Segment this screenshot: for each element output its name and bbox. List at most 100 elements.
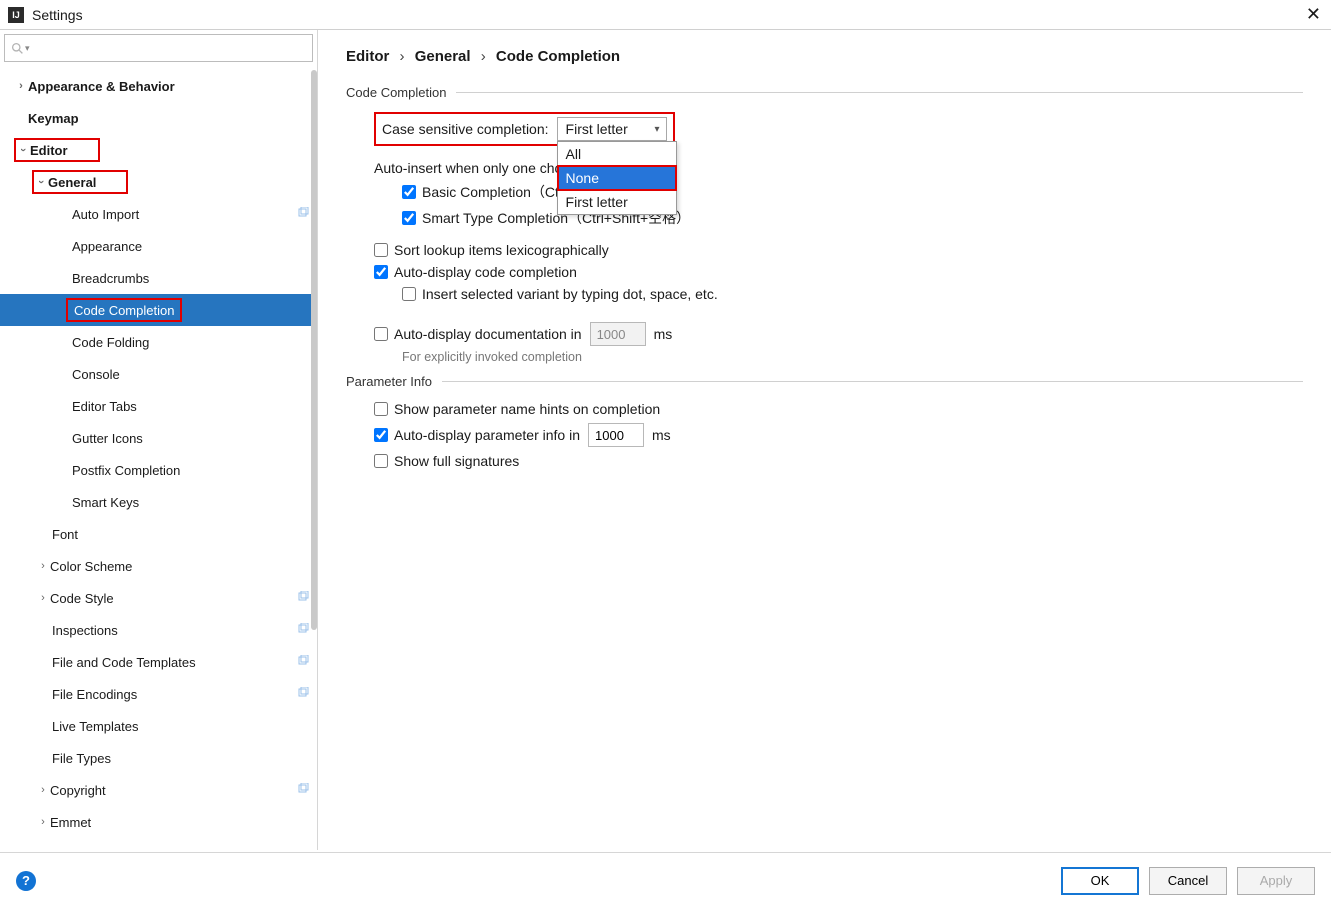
tree-item-file-code-templates[interactable]: File and Code Templates — [0, 646, 317, 678]
settings-tree: › Appearance & Behavior Keymap › Editor … — [0, 68, 317, 850]
show-param-hints-label: Show parameter name hints on completion — [394, 401, 660, 417]
tree-item-live-templates[interactable]: Live Templates — [0, 710, 317, 742]
window-title: Settings — [32, 7, 83, 23]
basic-completion-checkbox[interactable] — [402, 185, 416, 199]
row-show-full-sig: Show full signatures — [374, 453, 1303, 469]
auto-param-info-checkbox[interactable] — [374, 428, 388, 442]
breadcrumb-sep: › — [400, 48, 405, 65]
tree-item-auto-import[interactable]: Auto Import — [0, 198, 317, 230]
tree-item-appearance-behavior[interactable]: › Appearance & Behavior — [0, 70, 317, 102]
row-sort-lookup: Sort lookup items lexicographically — [374, 242, 1303, 258]
tree-label: Copyright — [50, 783, 106, 798]
insert-selected-variant-label: Insert selected variant by typing dot, s… — [422, 286, 718, 302]
tree-item-smart-keys[interactable]: Smart Keys — [0, 486, 317, 518]
tree-item-code-style[interactable]: ›Code Style — [0, 582, 317, 614]
chevron-down-icon: › — [35, 175, 47, 189]
sort-lookup-label: Sort lookup items lexicographically — [394, 242, 609, 258]
tree-item-general[interactable]: › General — [0, 166, 317, 198]
ok-button[interactable]: OK — [1061, 867, 1139, 895]
tree-label: Auto Import — [72, 207, 139, 222]
apply-button[interactable]: Apply — [1237, 867, 1315, 895]
tree-label: Editor Tabs — [72, 399, 137, 414]
tree-item-code-folding[interactable]: Code Folding — [0, 326, 317, 358]
smart-type-completion-checkbox[interactable] — [402, 211, 416, 225]
breadcrumb-sep: › — [481, 48, 486, 65]
project-badge-icon — [297, 591, 309, 606]
section-code-completion: Code Completion — [346, 85, 1303, 100]
tree-item-emmet[interactable]: ›Emmet — [0, 806, 317, 838]
sidebar: ▾ › Appearance & Behavior Keymap › Edito… — [0, 30, 318, 850]
main-panel: Editor › General › Code Completion Code … — [318, 30, 1331, 850]
project-badge-icon — [297, 207, 309, 222]
show-full-sig-checkbox[interactable] — [374, 454, 388, 468]
tree-item-appearance[interactable]: Appearance — [0, 230, 317, 262]
tree-item-keymap[interactable]: Keymap — [0, 102, 317, 134]
project-badge-icon — [297, 783, 309, 798]
tree-item-inspections[interactable]: Inspections — [0, 614, 317, 646]
dropdown-option-all[interactable]: All — [558, 142, 676, 166]
breadcrumb-part: Code Completion — [496, 48, 620, 65]
tree-item-breadcrumbs[interactable]: Breadcrumbs — [0, 262, 317, 294]
auto-display-cc-label: Auto-display code completion — [394, 264, 577, 280]
row-basic-completion: Basic Completion（Ctrl+空格） — [402, 182, 1303, 202]
tree-item-color-scheme[interactable]: ›Color Scheme — [0, 550, 317, 582]
tree-item-font[interactable]: Font — [0, 518, 317, 550]
tree-item-file-encodings[interactable]: File Encodings — [0, 678, 317, 710]
chevron-down-icon: › — [17, 143, 29, 157]
case-sensitive-combo[interactable]: First letter ▾ — [557, 117, 667, 141]
tree-item-copyright[interactable]: ›Copyright — [0, 774, 317, 806]
tree-item-editor-tabs[interactable]: Editor Tabs — [0, 390, 317, 422]
auto-display-doc-checkbox[interactable] — [374, 327, 388, 341]
search-icon — [11, 42, 24, 55]
cancel-button[interactable]: Cancel — [1149, 867, 1227, 895]
breadcrumb: Editor › General › Code Completion — [346, 48, 1303, 65]
ms-label: ms — [654, 326, 673, 342]
tree-label: File Types — [52, 751, 111, 766]
breadcrumb-part[interactable]: General — [415, 48, 471, 65]
row-auto-display-cc: Auto-display code completion — [374, 264, 1303, 280]
tree-label: Smart Keys — [72, 495, 139, 510]
tree-label: Code Folding — [72, 335, 149, 350]
chevron-right-icon: › — [36, 784, 50, 796]
close-icon[interactable]: ✕ — [1306, 4, 1321, 25]
sort-lookup-checkbox[interactable] — [374, 243, 388, 257]
combo-value: First letter — [566, 121, 628, 137]
search-box[interactable]: ▾ — [4, 34, 313, 62]
chevron-down-icon: ▾ — [655, 124, 660, 135]
case-sensitive-dropdown: All None First letter — [557, 141, 677, 215]
section-parameter-info: Parameter Info — [346, 374, 1303, 389]
case-sensitive-label: Case sensitive completion: — [382, 121, 549, 137]
chevron-right-icon: › — [36, 560, 50, 572]
tree-label: Editor — [30, 143, 68, 158]
tree-label: File and Code Templates — [52, 655, 196, 670]
tree-item-editor[interactable]: › Editor — [0, 134, 317, 166]
tree-item-gutter-icons[interactable]: Gutter Icons — [0, 422, 317, 454]
footer: ? OK Cancel Apply — [0, 852, 1331, 908]
search-dropdown-icon[interactable]: ▾ — [25, 43, 30, 54]
tree-label: Font — [52, 527, 78, 542]
breadcrumb-part[interactable]: Editor — [346, 48, 389, 65]
search-input[interactable] — [34, 41, 306, 56]
auto-display-doc-input[interactable] — [590, 322, 646, 346]
tree-item-postfix-completion[interactable]: Postfix Completion — [0, 454, 317, 486]
chevron-right-icon: › — [14, 80, 28, 92]
chevron-right-icon: › — [36, 816, 50, 828]
tree-label: Code Completion — [74, 303, 174, 318]
dropdown-option-none[interactable]: None — [558, 166, 676, 190]
tree-item-console[interactable]: Console — [0, 358, 317, 390]
section-label: Parameter Info — [346, 374, 432, 389]
scrollbar-thumb[interactable] — [311, 70, 317, 630]
tree-item-code-completion[interactable]: Code Completion — [0, 294, 317, 326]
auto-param-info-input[interactable] — [588, 423, 644, 447]
ms-label: ms — [652, 427, 671, 443]
tree-label: Breadcrumbs — [72, 271, 149, 286]
row-show-param-hints: Show parameter name hints on completion — [374, 401, 1303, 417]
insert-selected-variant-checkbox[interactable] — [402, 287, 416, 301]
tree-label: Appearance & Behavior — [28, 79, 175, 94]
help-icon[interactable]: ? — [16, 871, 36, 891]
auto-display-cc-checkbox[interactable] — [374, 265, 388, 279]
dropdown-option-first-letter[interactable]: First letter — [558, 190, 676, 214]
tree-item-file-types[interactable]: File Types — [0, 742, 317, 774]
explicit-hint: For explicitly invoked completion — [402, 350, 1303, 364]
show-param-hints-checkbox[interactable] — [374, 402, 388, 416]
